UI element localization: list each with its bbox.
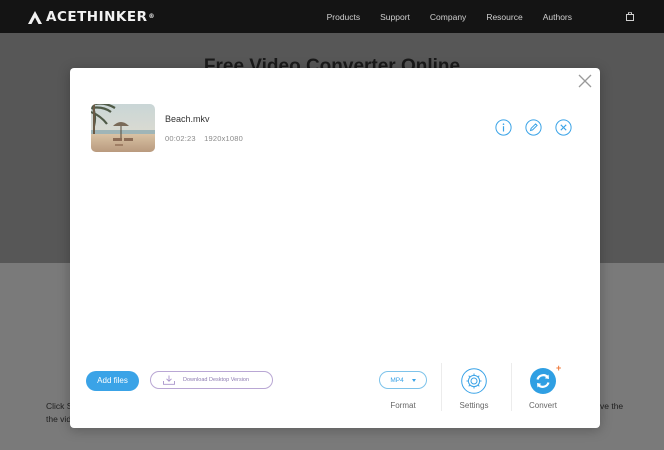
divider (441, 363, 442, 411)
format-value: MP4 (390, 376, 404, 384)
remove-icon[interactable] (555, 119, 572, 136)
converter-modal: Beach.mkv 00:02:23 1920x1080 Add files D… (70, 68, 600, 428)
convert-icon (536, 374, 550, 388)
download-icon (163, 375, 175, 385)
video-thumbnail (91, 104, 155, 152)
background-paragraph-right: ve the (600, 401, 624, 411)
convert-label: Convert (528, 401, 557, 410)
edit-icon[interactable] (525, 119, 542, 136)
gear-icon (461, 368, 487, 394)
file-resolution: 1920x1080 (204, 134, 244, 143)
acethinker-logo[interactable]: ACETHINKER® (28, 9, 155, 25)
nav-authors[interactable]: Authors (543, 12, 572, 22)
download-desktop-label: Download Desktop Version (183, 377, 250, 383)
download-desktop-button[interactable]: Download Desktop Version (150, 371, 273, 389)
convert-button[interactable] (530, 368, 556, 394)
caret-up-icon (411, 378, 416, 382)
format-label: Format (390, 401, 416, 410)
divider (511, 363, 512, 411)
nav-products[interactable]: Products (327, 12, 361, 22)
shopping-bag-icon[interactable] (626, 12, 634, 21)
convert-badge: + (556, 363, 562, 373)
format-select[interactable]: MP4 (379, 371, 427, 389)
logo-text: ACETHINKER® (46, 9, 155, 25)
top-navigation-bar: ACETHINKER® Products Support Company Res… (0, 0, 664, 33)
file-meta: 00:02:23 1920x1080 (165, 134, 249, 143)
settings-button[interactable] (461, 368, 487, 394)
info-icon[interactable] (495, 119, 512, 136)
file-name: Beach.mkv (165, 114, 210, 124)
nav-resource[interactable]: Resource (486, 12, 522, 22)
add-files-button[interactable]: Add files (86, 371, 139, 391)
logo-mark-icon (28, 10, 42, 24)
file-duration: 00:02:23 (165, 134, 196, 143)
main-nav: Products Support Company Resource Author… (307, 0, 572, 33)
close-icon[interactable] (578, 74, 592, 88)
nav-support[interactable]: Support (380, 12, 410, 22)
nav-company[interactable]: Company (430, 12, 466, 22)
settings-label: Settings (459, 401, 489, 410)
